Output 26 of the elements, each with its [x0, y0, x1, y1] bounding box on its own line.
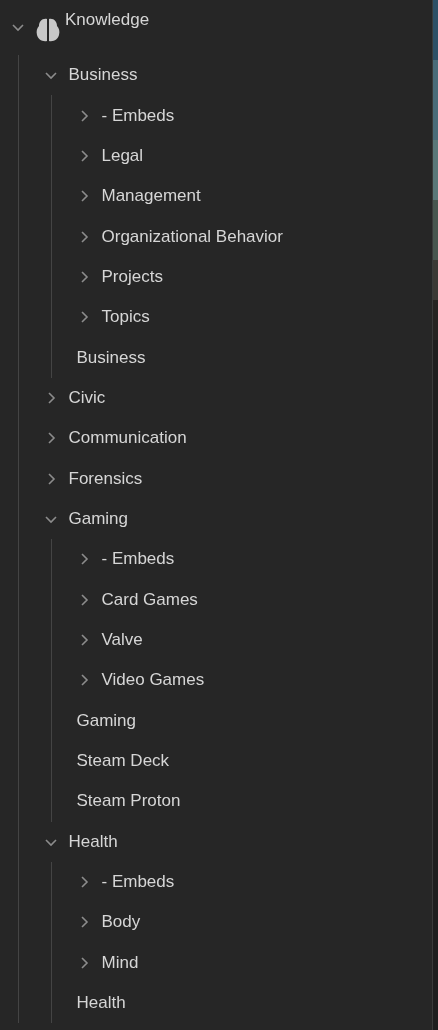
folder-item[interactable]: - Embeds	[101, 549, 175, 570]
folder-item[interactable]: Topics	[101, 307, 150, 328]
folder-item[interactable]: Projects	[101, 266, 163, 287]
folder-item[interactable]: Communication	[68, 428, 187, 449]
note-item[interactable]: Steam Deck	[76, 751, 170, 771]
folder-item[interactable]: Knowledge	[65, 10, 150, 30]
folder-item[interactable]: Legal	[101, 145, 144, 166]
folder-item[interactable]: Valve	[101, 630, 143, 650]
folder-item[interactable]: Mind	[101, 952, 139, 973]
folder-item[interactable]: Video Games	[101, 670, 205, 691]
folder-item[interactable]: Body	[101, 912, 141, 933]
brain-icon	[36, 17, 60, 43]
note-item[interactable]: Health	[76, 993, 126, 1014]
note-item[interactable]: Business	[76, 347, 146, 368]
folder-item[interactable]: - Embeds	[101, 872, 175, 893]
folder-item[interactable]: Card Games	[101, 589, 198, 610]
folder-item[interactable]: Gaming	[68, 508, 129, 529]
note-item[interactable]: Steam Proton	[76, 791, 181, 812]
folder-item[interactable]: Health	[68, 831, 118, 852]
folder-item[interactable]: Civic	[68, 387, 106, 408]
note-item[interactable]: Gaming	[76, 710, 137, 731]
folder-item[interactable]: Forensics	[68, 468, 143, 489]
folder-item[interactable]: Business	[68, 65, 138, 86]
folder-item[interactable]: - Embeds	[101, 105, 175, 126]
folder-item[interactable]: Management	[101, 186, 201, 207]
folder-item[interactable]: Organizational Behavior	[101, 226, 283, 247]
